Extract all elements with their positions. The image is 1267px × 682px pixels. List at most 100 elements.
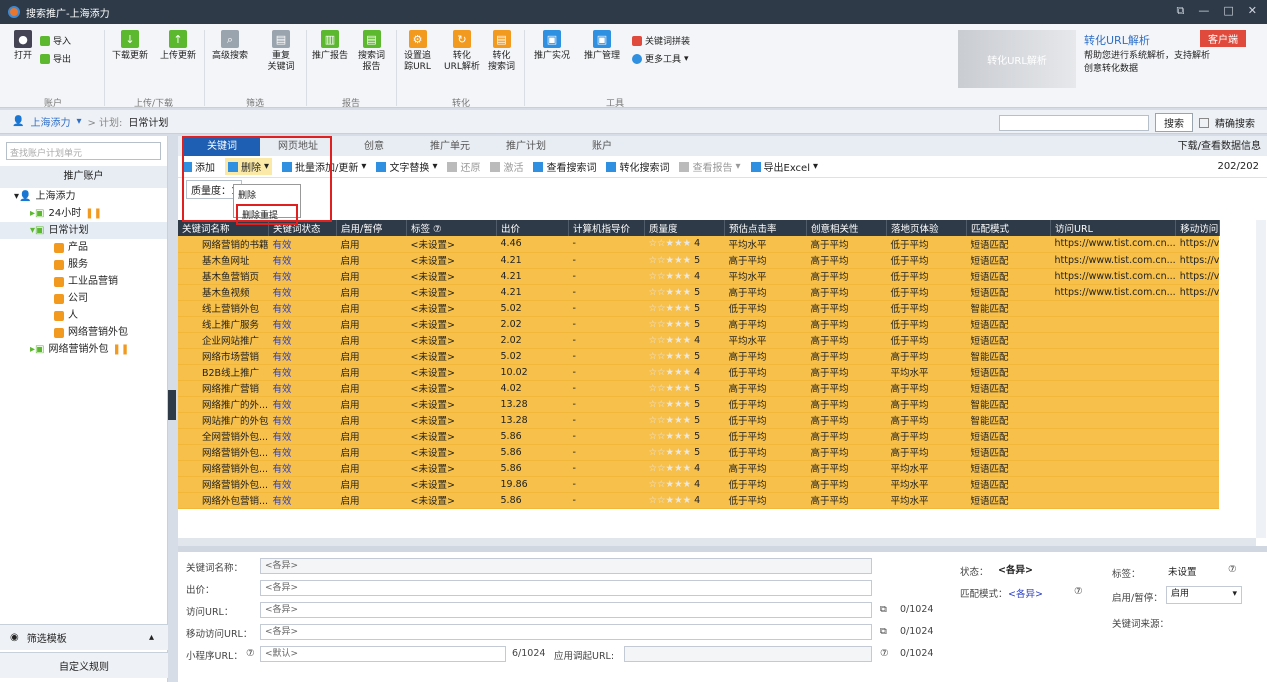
table-row[interactable]: B2B线上推广 有效 启用 <未设置> 10.02- ☆☆★★★ 4 低于平均 高于平均 平均水… bbox=[178, 364, 1220, 381]
column-header[interactable]: 启用/暂停 bbox=[336, 220, 408, 236]
filter-template[interactable]: ◉ 筛选模板 ▴ bbox=[0, 624, 168, 650]
tree-item-service[interactable]: 服务 bbox=[0, 256, 167, 273]
exact-checkbox[interactable] bbox=[1199, 117, 1209, 128]
help-icon[interactable]: ⑦ bbox=[246, 648, 255, 659]
open-button[interactable]: ● 打开 bbox=[14, 30, 32, 62]
table-row[interactable]: 网络推广的外... 有效 启用 <未设置> 13.28- ☆☆★★★ 5 低于平均 高于平均高… bbox=[178, 396, 1220, 413]
column-header[interactable]: 访问URL bbox=[1050, 220, 1177, 236]
upload-update-button[interactable]: ↑ 上传更新 bbox=[160, 30, 196, 62]
promo-manage-button[interactable]: ▣ 推广管理 bbox=[584, 30, 620, 62]
import-button[interactable]: 导入 bbox=[40, 34, 71, 47]
table-row[interactable]: 基木鱼视频 有效 启用 <未设置> 4.21- ☆☆★★★ 5 高于平均 高于平均 低于平均 短语… bbox=[178, 284, 1220, 301]
table-row[interactable]: 网站推广的外包 有效 启用 <未设置> 13.28- ☆☆★★★ 5 低于平均 高于平均 高于平… bbox=[178, 412, 1220, 429]
track-url-button[interactable]: ⚙ 设置追 踪URL bbox=[404, 30, 431, 73]
search-report-button[interactable]: ▤ 搜索词 报告 bbox=[358, 30, 385, 73]
column-header[interactable]: 计算机指导价 bbox=[568, 220, 646, 236]
table-row[interactable]: 网络推广营销 有效 启用 <未设置> 4.02- ☆☆★★★ 5 高于平均 高于平均 高于平均短… bbox=[178, 380, 1220, 397]
tag-value[interactable]: 未设置 bbox=[1168, 564, 1197, 578]
sidebar-collapse-handle[interactable] bbox=[168, 390, 176, 420]
tree-item-24h[interactable]: ▸▣ 24小时 ❚❚ bbox=[0, 205, 167, 222]
restore-button[interactable]: 还原 bbox=[447, 159, 480, 174]
export-excel-button[interactable]: 导出Excel ▾ bbox=[750, 159, 818, 174]
tree-root[interactable]: ▾👤 上海添力 bbox=[0, 188, 167, 205]
edit-icon[interactable]: ⧉ bbox=[880, 626, 887, 637]
table-row[interactable]: 网络营销外包... 有效 启用 <未设置> 5.86- ☆☆★★★ 4 高于平均 高于平均 平均… bbox=[178, 460, 1220, 477]
live-view-button[interactable]: ▣ 推广实况 bbox=[534, 30, 570, 62]
tree-item-company[interactable]: 公司 bbox=[0, 290, 167, 307]
column-header[interactable]: 移动访问 bbox=[1175, 220, 1220, 236]
table-row[interactable]: 网络市场营销 有效 启用 <未设置> 5.02- ☆☆★★★ 5 高于平均 高于平均 高于平均智… bbox=[178, 348, 1220, 365]
horizontal-scrollbar[interactable] bbox=[178, 538, 1256, 546]
mini-field[interactable]: <默认> bbox=[260, 646, 506, 662]
app-url-field[interactable] bbox=[624, 646, 872, 662]
sidebar-search-input[interactable]: 查找账户计划单元 bbox=[6, 142, 161, 160]
advanced-search-button[interactable]: ⌕ 高级搜索 bbox=[212, 30, 248, 62]
close-icon[interactable]: ✕ bbox=[1248, 4, 1257, 18]
export-button[interactable]: 导出 bbox=[40, 52, 71, 65]
match-value[interactable]: <各异> bbox=[1008, 586, 1043, 600]
column-header[interactable]: 质量度 bbox=[644, 220, 726, 236]
delete-reset-menu-item[interactable]: 删除重提 bbox=[236, 204, 298, 225]
table-row[interactable]: 线上营销外包 有效 启用 <未设置> 5.02- ☆☆★★★ 5 低于平均 高于平均 低于平均智… bbox=[178, 300, 1220, 317]
bid-field[interactable]: <各异> bbox=[260, 580, 872, 596]
table-row[interactable]: 网络营销外包... 有效 启用 <未设置> 5.86- ☆☆★★★ 5 低于平均 高于平均 高于… bbox=[178, 444, 1220, 461]
delete-menu-item[interactable]: 删除 bbox=[234, 185, 300, 204]
column-header[interactable]: 匹配模式 bbox=[966, 220, 1052, 236]
activate-button[interactable]: 激活 bbox=[490, 159, 523, 174]
table-row[interactable]: 网络外包营销... 有效 启用 <未设置> 5.86- ☆☆★★★ 4 低于平均 高于平均 平均… bbox=[178, 492, 1220, 509]
column-header[interactable]: 创意相关性 bbox=[806, 220, 888, 236]
kw-name-field[interactable]: <各异> bbox=[260, 558, 872, 574]
chevron-down-icon[interactable]: ▾ bbox=[76, 116, 81, 127]
conv-search-button[interactable]: ▤ 转化 搜索词 bbox=[488, 30, 515, 73]
table-row[interactable]: 全网营销外包... 有效 启用 <未设置> 5.86- ☆☆★★★ 5 低于平均 高于平均 高于… bbox=[178, 428, 1220, 445]
table-row[interactable]: 网络营销外包... 有效 启用 <未设置> 19.86- ☆☆★★★ 4 低于平均 高于平均平… bbox=[178, 476, 1220, 493]
murl-field[interactable]: <各异> bbox=[260, 624, 872, 640]
custom-rules[interactable]: 自定义规则 bbox=[0, 652, 168, 678]
column-header[interactable]: 落地页体验 bbox=[886, 220, 968, 236]
tab-plans[interactable]: 推广计划 bbox=[488, 138, 564, 156]
duplicate-keywords-button[interactable]: ▤ 重复 关键词 bbox=[264, 30, 298, 73]
promo-report-button[interactable]: ▥ 推广报告 bbox=[312, 30, 348, 62]
tree-item-outsourcing-plan[interactable]: ▸▣ 网络营销外包 ❚❚ bbox=[0, 341, 167, 358]
table-row[interactable]: 基木鱼网址 有效 启用 <未设置> 4.21- ☆☆★★★ 5 高于平均 高于平均 低于平均 短语… bbox=[178, 252, 1220, 269]
tab-units[interactable]: 推广单元 bbox=[412, 138, 488, 156]
column-header[interactable]: 出价 bbox=[496, 220, 570, 236]
conv-url-button[interactable]: ↻ 转化 URL解析 bbox=[444, 30, 480, 73]
tab-creative[interactable]: 创意 bbox=[336, 138, 412, 156]
search-button[interactable]: 搜索 bbox=[1155, 113, 1193, 132]
promo-banner[interactable]: 转化URL解析 bbox=[958, 30, 1076, 88]
column-header[interactable]: 标签 ⑦ bbox=[406, 220, 498, 236]
tree-item-product[interactable]: 产品 bbox=[0, 239, 167, 256]
tree-item-daily-plan[interactable]: ▾▣ 日常计划 bbox=[0, 222, 167, 239]
tree-item-outsourcing[interactable]: 网络营销外包 bbox=[0, 324, 167, 341]
table-row[interactable]: 线上推广服务 有效 启用 <未设置> 2.02- ☆☆★★★ 5 高于平均 高于平均 低于平均短… bbox=[178, 316, 1220, 333]
view-search-button[interactable]: 查看搜索词 bbox=[533, 159, 596, 174]
download-update-button[interactable]: ↓ 下载更新 bbox=[112, 30, 148, 62]
tree-item-industrial[interactable]: 工业品营销 bbox=[0, 273, 167, 290]
maximize-icon[interactable]: □ bbox=[1223, 4, 1233, 18]
url-field[interactable]: <各异> bbox=[260, 602, 872, 618]
kw-plan-button[interactable]: 关键词拼装 bbox=[632, 34, 690, 47]
table-row[interactable]: 基木鱼营销页 有效 启用 <未设置> 4.21- ☆☆★★★ 4 平均水平 高于平均 低于平均短… bbox=[178, 268, 1220, 285]
tree-item-person[interactable]: 人 bbox=[0, 307, 167, 324]
table-row[interactable]: 企业网站推广 有效 启用 <未设置> 2.02- ☆☆★★★ 4 平均水平 高于平均 低于平均短… bbox=[178, 332, 1220, 349]
search-input[interactable] bbox=[999, 114, 1149, 131]
table-row[interactable]: 网络营销的书籍 有效 启用 <未设置> 4.46- ☆☆★★★ 4 平均水平 高于平均 低于平均… bbox=[178, 236, 1220, 253]
vertical-scrollbar[interactable] bbox=[1256, 220, 1266, 538]
help-icon[interactable]: ⑦ bbox=[1074, 586, 1083, 597]
breadcrumb-account[interactable]: 上海添力 bbox=[30, 114, 70, 129]
tab-account[interactable]: 账户 bbox=[564, 138, 640, 156]
view-report-button[interactable]: 查看报告 ▾ bbox=[679, 159, 741, 174]
enable-select[interactable]: 启用 ▾ bbox=[1166, 586, 1242, 604]
conv-search-tool-button[interactable]: 转化搜索词 bbox=[606, 159, 669, 174]
restore-icon[interactable]: ⧉ bbox=[1177, 4, 1185, 18]
download-info-link[interactable]: 下载/查看数据信息 bbox=[1178, 138, 1261, 156]
more-tools-button[interactable]: 更多工具 ▾ bbox=[632, 52, 689, 65]
column-header[interactable]: 预估点击率 bbox=[724, 220, 808, 236]
promo-title[interactable]: 转化URL解析 bbox=[1084, 32, 1150, 48]
panel-splitter[interactable] bbox=[178, 546, 1267, 552]
help-icon[interactable]: ⑦ bbox=[880, 648, 889, 659]
replace-button[interactable]: 文字替换 ▾ bbox=[376, 159, 437, 174]
edit-icon[interactable]: ⧉ bbox=[880, 604, 887, 615]
minimize-icon[interactable]: — bbox=[1198, 4, 1209, 18]
